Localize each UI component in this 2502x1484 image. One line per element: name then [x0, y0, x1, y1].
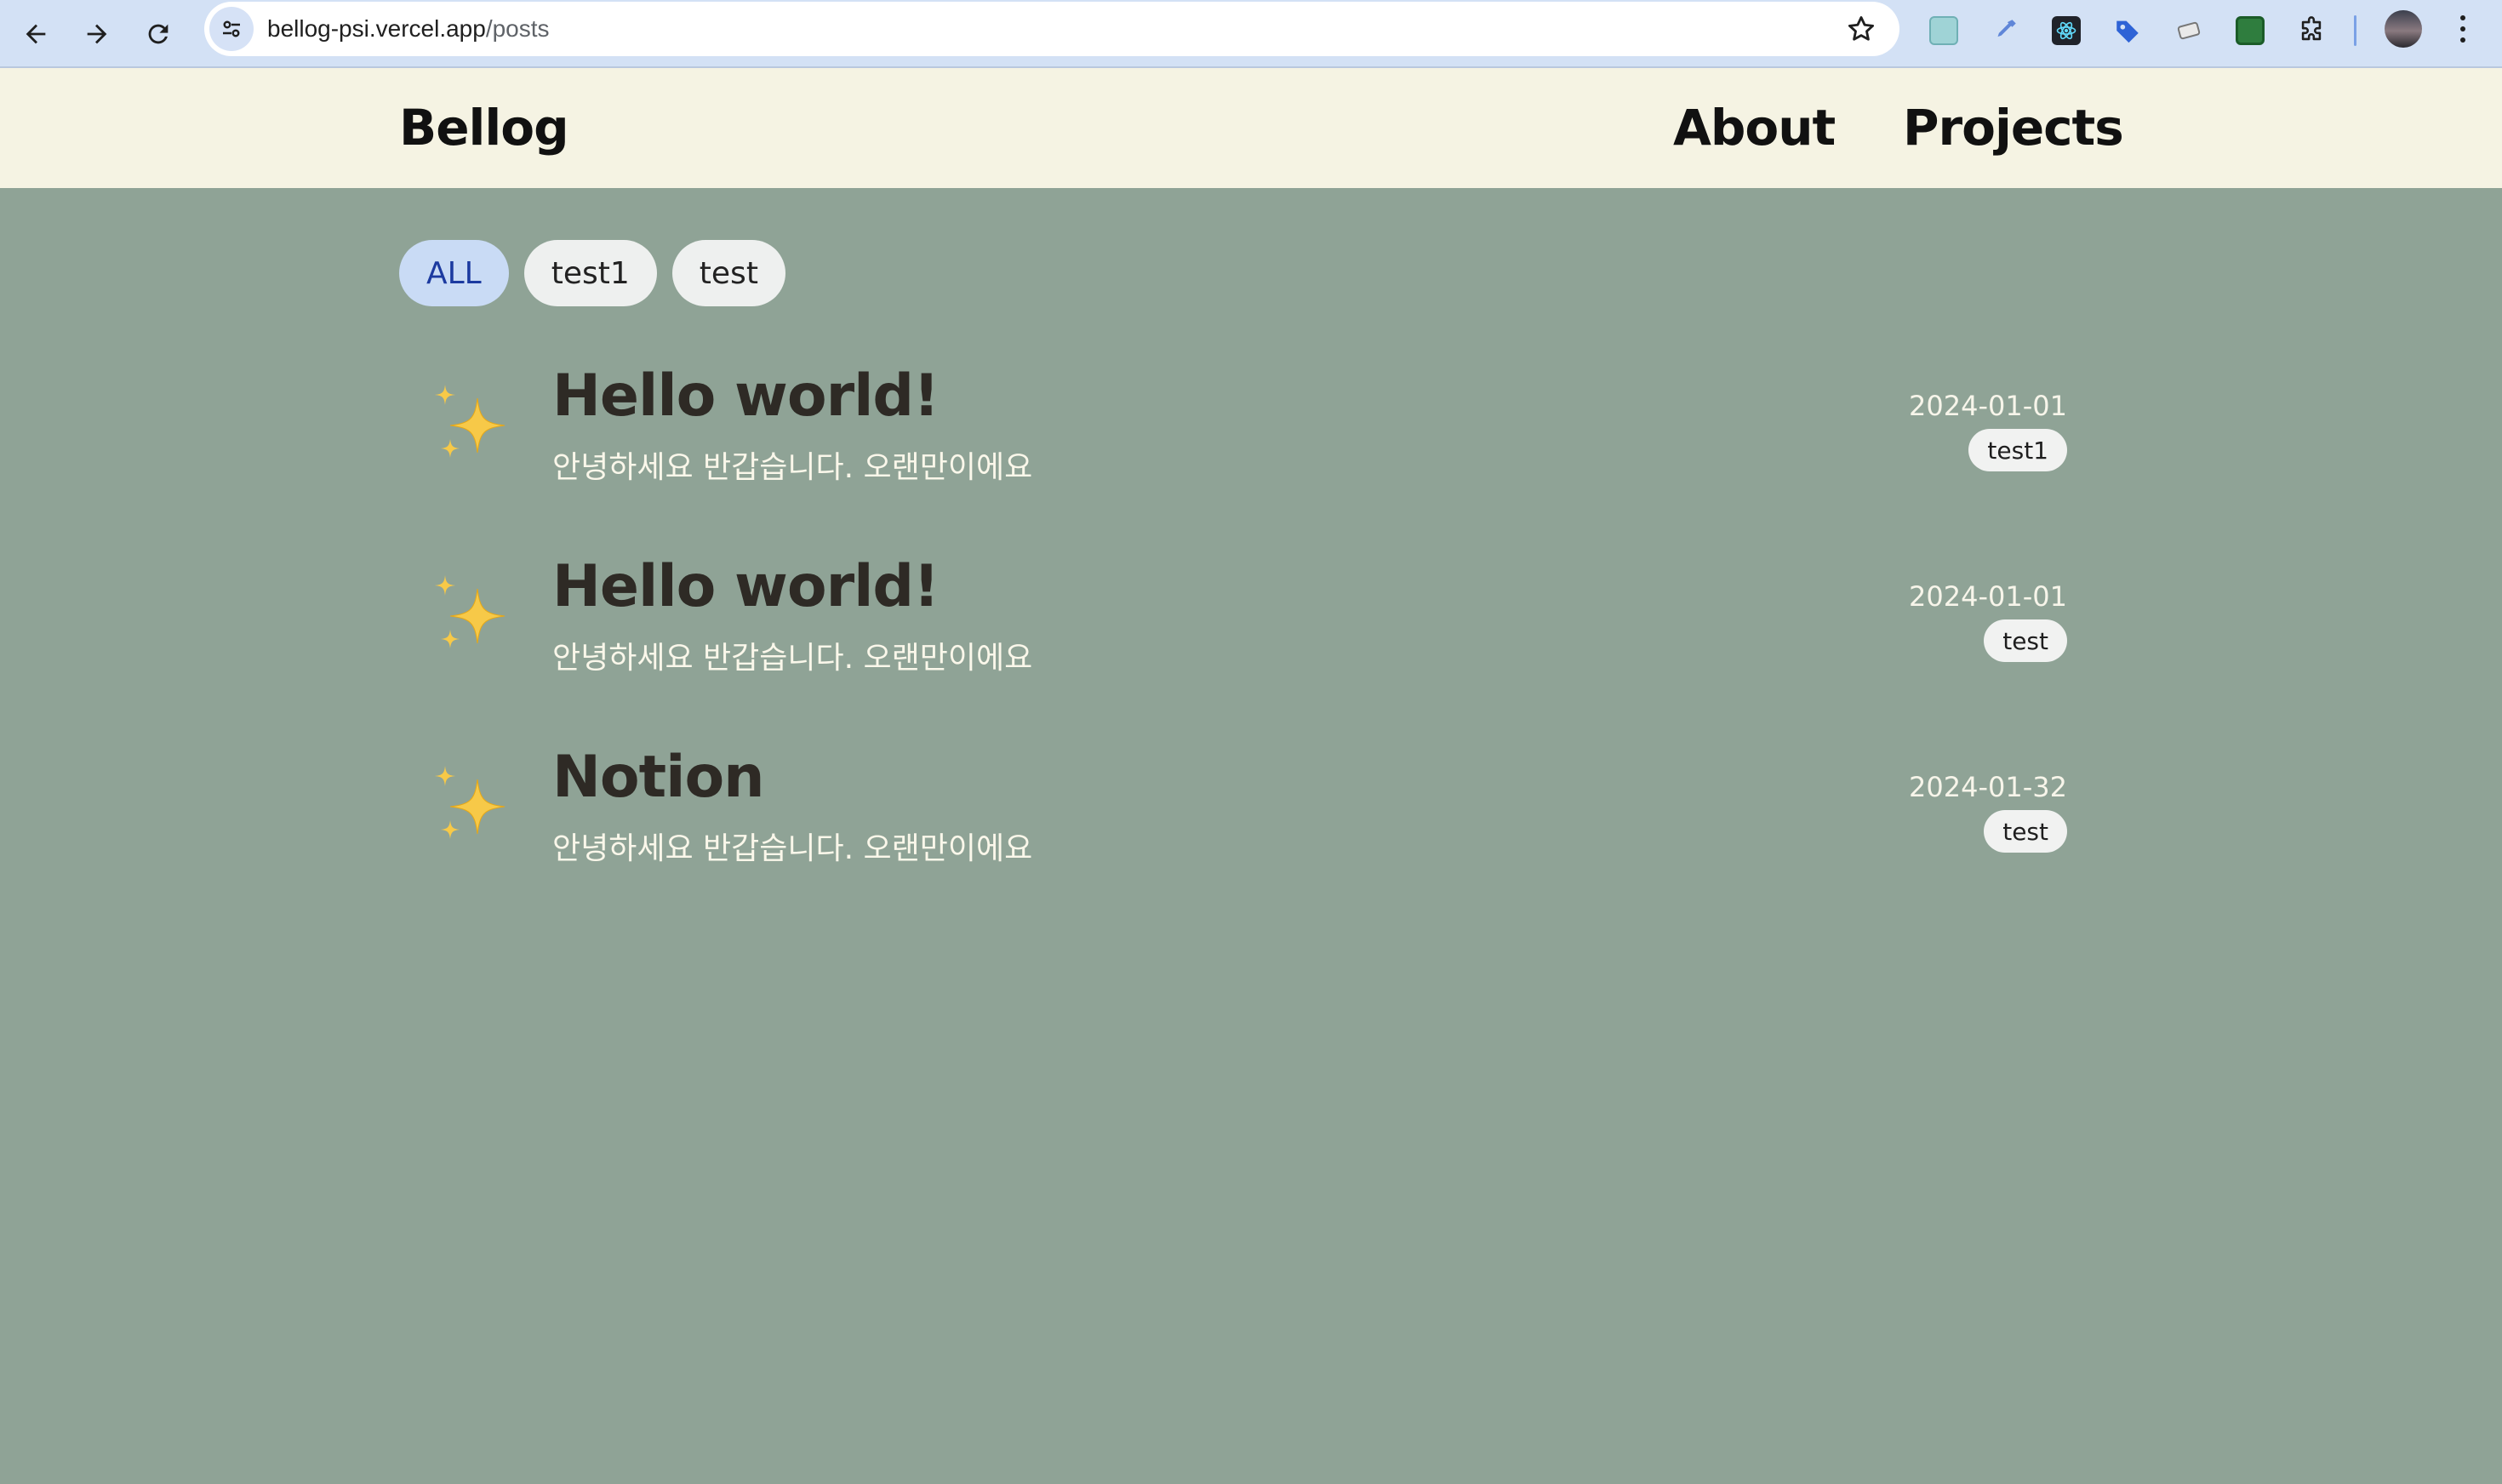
- browser-toolbar: bellog-psi.vercel.app/posts: [0, 0, 2502, 68]
- reload-button[interactable]: [134, 10, 182, 58]
- eraser-extension-icon[interactable]: [2172, 14, 2206, 48]
- post-date: 2024-01-32: [1909, 771, 2067, 803]
- puzzle-icon[interactable]: [2294, 14, 2328, 48]
- post-date: 2024-01-01: [1909, 580, 2067, 613]
- post-tag[interactable]: test: [1984, 619, 2067, 662]
- post-date: 2024-01-01: [1909, 390, 2067, 422]
- post-tag[interactable]: test: [1984, 810, 2067, 853]
- url-host: bellog-psi.vercel.app: [267, 15, 486, 42]
- post-description: 안녕하세요 반갑습니다. 오랜만이에요: [552, 641, 1033, 676]
- arrow-left-icon: [26, 24, 46, 44]
- browser-menu-button[interactable]: [2448, 12, 2478, 46]
- filter-chip-test1[interactable]: test1: [523, 240, 657, 306]
- post-item[interactable]: Notion 안녕하세요 반갑습니다. 오랜만이에요 2024-01-32 te…: [399, 739, 2067, 892]
- post-description: 안녕하세요 반갑습니다. 오랜만이에요: [552, 831, 1033, 866]
- color-picker-extension-icon[interactable]: [1927, 14, 1961, 48]
- back-button[interactable]: [12, 10, 60, 58]
- sheet-extension-icon[interactable]: [2233, 14, 2267, 48]
- site-header: Bellog About Projects: [0, 68, 2502, 188]
- tune-icon: [223, 20, 240, 37]
- react-devtools-extension-icon[interactable]: [2049, 14, 2083, 48]
- site-info-button[interactable]: [209, 7, 254, 51]
- forward-button[interactable]: [73, 10, 121, 58]
- url-path: /posts: [485, 15, 550, 42]
- toolbar-divider: [2354, 15, 2356, 46]
- tag-filter-bar: ALL test1 test: [399, 240, 785, 306]
- tag-extension-icon[interactable]: [2111, 14, 2145, 48]
- url-text[interactable]: bellog-psi.vercel.app/posts: [267, 2, 550, 56]
- eyedropper-extension-icon[interactable]: [1988, 14, 2022, 48]
- post-description: 안녕하세요 반갑습니다. 오랜만이에요: [552, 450, 1033, 485]
- address-bar[interactable]: bellog-psi.vercel.app/posts: [204, 2, 1899, 56]
- sparkles-icon: [435, 385, 506, 458]
- site-logo[interactable]: Bellog: [399, 99, 569, 157]
- nav-link-projects[interactable]: Projects: [1903, 99, 2124, 157]
- post-title[interactable]: Notion: [552, 744, 765, 811]
- post-item[interactable]: Hello world! 안녕하세요 반갑습니다. 오랜만이에요 2024-01…: [399, 357, 2067, 511]
- profile-avatar[interactable]: [2385, 10, 2422, 48]
- post-tag[interactable]: test1: [1968, 429, 2067, 471]
- sparkles-icon: [435, 575, 506, 648]
- filter-chip-all[interactable]: ALL: [399, 240, 509, 306]
- post-item[interactable]: Hello world! 안녕하세요 반갑습니다. 오랜만이에요 2024-01…: [399, 548, 2067, 701]
- post-title[interactable]: Hello world!: [552, 553, 940, 620]
- star-icon[interactable]: [1845, 13, 1877, 45]
- filter-chip-test[interactable]: test: [671, 240, 785, 306]
- sparkles-icon: [435, 766, 506, 839]
- arrow-right-icon: [87, 24, 107, 44]
- post-title[interactable]: Hello world!: [552, 362, 940, 430]
- reload-icon: [148, 24, 169, 44]
- nav-link-about[interactable]: About: [1673, 99, 1836, 157]
